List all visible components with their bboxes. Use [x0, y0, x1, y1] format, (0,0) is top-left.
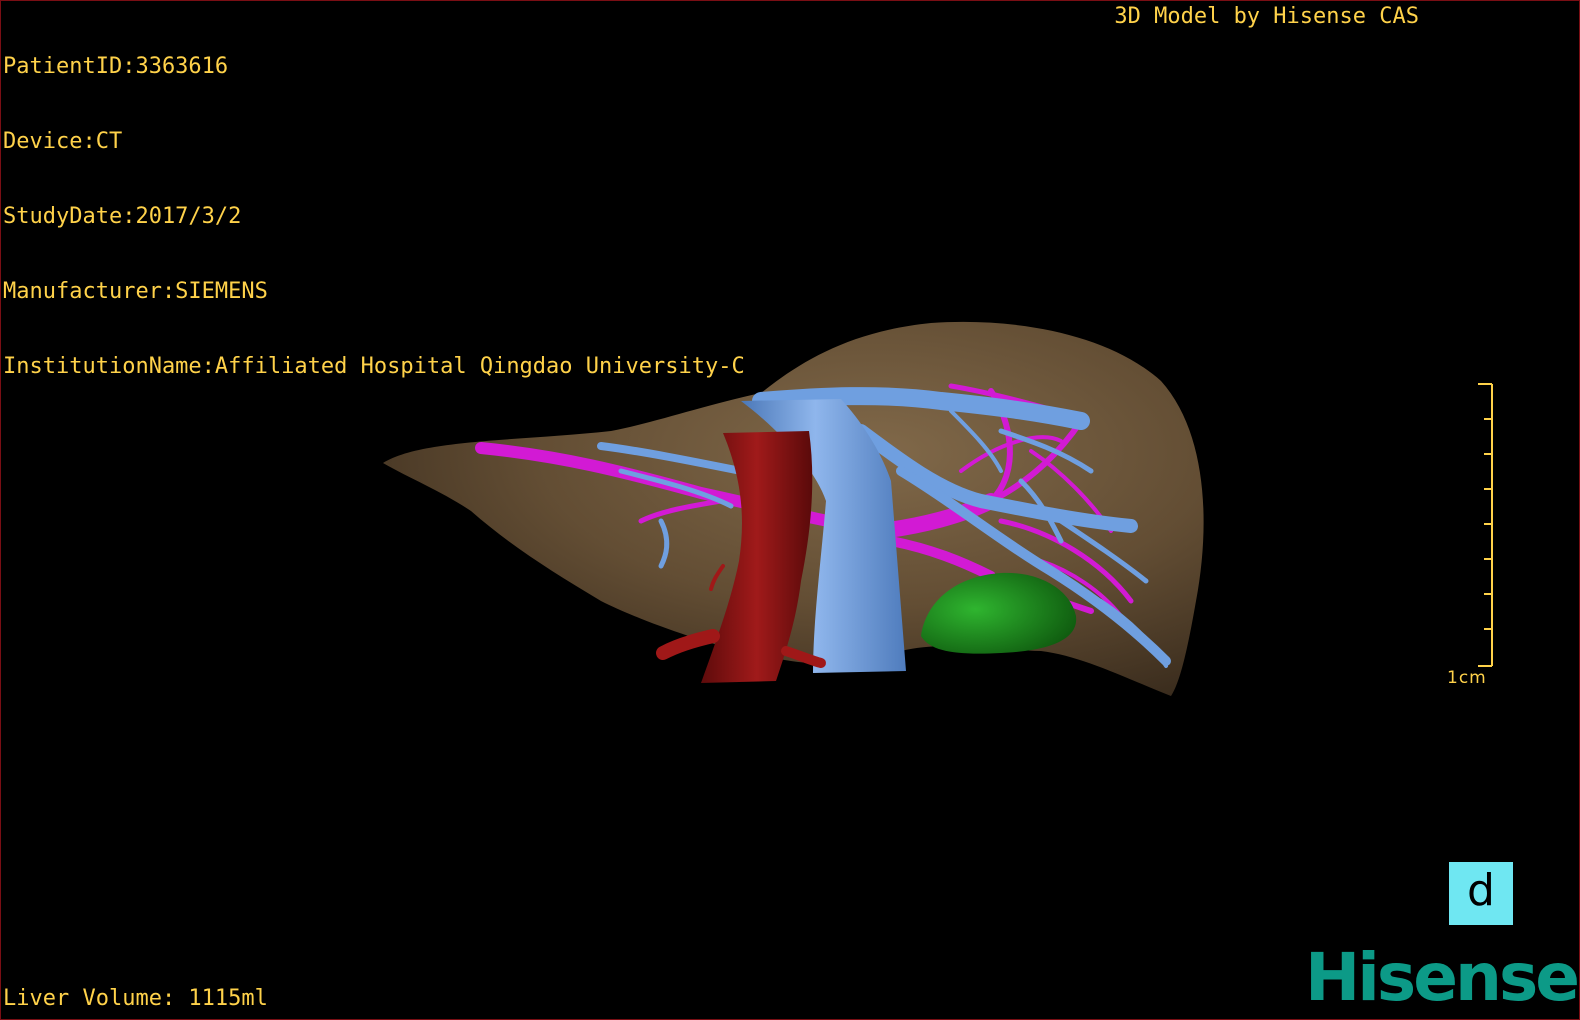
institution-text: InstitutionName:Affiliated Hospital Qing…: [3, 354, 745, 379]
view-label-badge[interactable]: d: [1449, 862, 1513, 925]
scale-label: 1cm: [1447, 668, 1487, 688]
patient-info-block: PatientID:3363616 Device:CT StudyDate:20…: [3, 4, 745, 429]
viewer-canvas[interactable]: PatientID:3363616 Device:CT StudyDate:20…: [0, 0, 1580, 1020]
patient-id-text: PatientID:3363616: [3, 54, 229, 79]
hisense-logo: Hisense: [1305, 939, 1579, 1016]
scale-bar: [1478, 383, 1493, 667]
study-date-text: StudyDate:2017/3/2: [3, 204, 242, 229]
manufacturer-text: Manufacturer:SIEMENS: [3, 279, 268, 304]
model-credit-text: 3D Model by Hisense CAS: [1114, 4, 1419, 29]
liver-volume-text: Liver Volume: 1115ml: [3, 986, 268, 1011]
device-text: Device:CT: [3, 129, 123, 154]
